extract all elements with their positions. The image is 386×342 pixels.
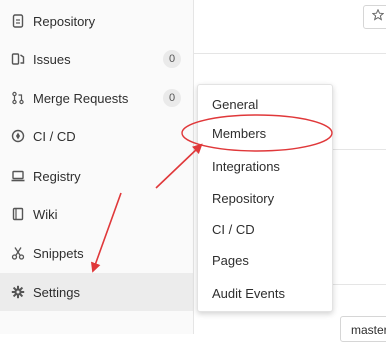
scissors-icon (11, 246, 25, 260)
document-icon (11, 14, 25, 28)
sidebar-item-label: Issues (33, 51, 71, 67)
sidebar-item-label: Repository (33, 13, 96, 29)
merge-request-icon (11, 91, 25, 105)
sidebar: Repository Issues 0 Merge Requests 0 CI … (0, 0, 194, 334)
sidebar-item-label: CI / CD (33, 128, 76, 144)
settings-flyout-menu: General Members Integrations Repository … (197, 84, 333, 312)
star-icon (371, 8, 385, 26)
sidebar-item-label: Settings (33, 284, 80, 300)
flyout-item-integrations[interactable]: Integrations (212, 159, 280, 175)
content-divider (330, 284, 386, 285)
issues-count-badge: 0 (163, 50, 181, 68)
sidebar-item-repository[interactable]: Repository (0, 2, 193, 40)
flyout-item-general[interactable]: General (212, 97, 258, 113)
sidebar-item-registry[interactable]: Registry (0, 157, 193, 195)
flyout-item-audit-events[interactable]: Audit Events (212, 286, 285, 302)
book-icon (11, 207, 25, 221)
sidebar-item-snippets[interactable]: Snippets (0, 234, 193, 272)
flyout-item-repository[interactable]: Repository (212, 191, 274, 207)
sidebar-item-label: Snippets (33, 245, 84, 261)
sidebar-item-wiki[interactable]: Wiki (0, 195, 193, 233)
flyout-item-pages[interactable]: Pages (212, 253, 249, 269)
star-button[interactable] (363, 5, 386, 29)
sidebar-item-merge-requests[interactable]: Merge Requests 0 (0, 79, 193, 117)
gear-icon (11, 285, 25, 299)
merge-requests-count-badge: 0 (163, 89, 181, 107)
issues-icon (11, 52, 25, 66)
sidebar-item-label: Merge Requests (33, 90, 129, 106)
sidebar-item-ci-cd[interactable]: CI / CD (0, 117, 193, 155)
header-divider (194, 53, 386, 54)
rocket-icon (11, 129, 25, 143)
sidebar-item-settings[interactable]: Settings (0, 273, 193, 311)
sidebar-item-label: Registry (33, 168, 81, 184)
sidebar-item-label: Wiki (33, 206, 58, 222)
sidebar-item-issues[interactable]: Issues 0 (0, 40, 193, 78)
branch-select[interactable]: master (340, 316, 386, 342)
flyout-item-ci-cd[interactable]: CI / CD (212, 222, 255, 238)
flyout-item-members[interactable]: Members (212, 126, 266, 142)
content-divider (330, 149, 386, 150)
laptop-icon (11, 169, 25, 183)
